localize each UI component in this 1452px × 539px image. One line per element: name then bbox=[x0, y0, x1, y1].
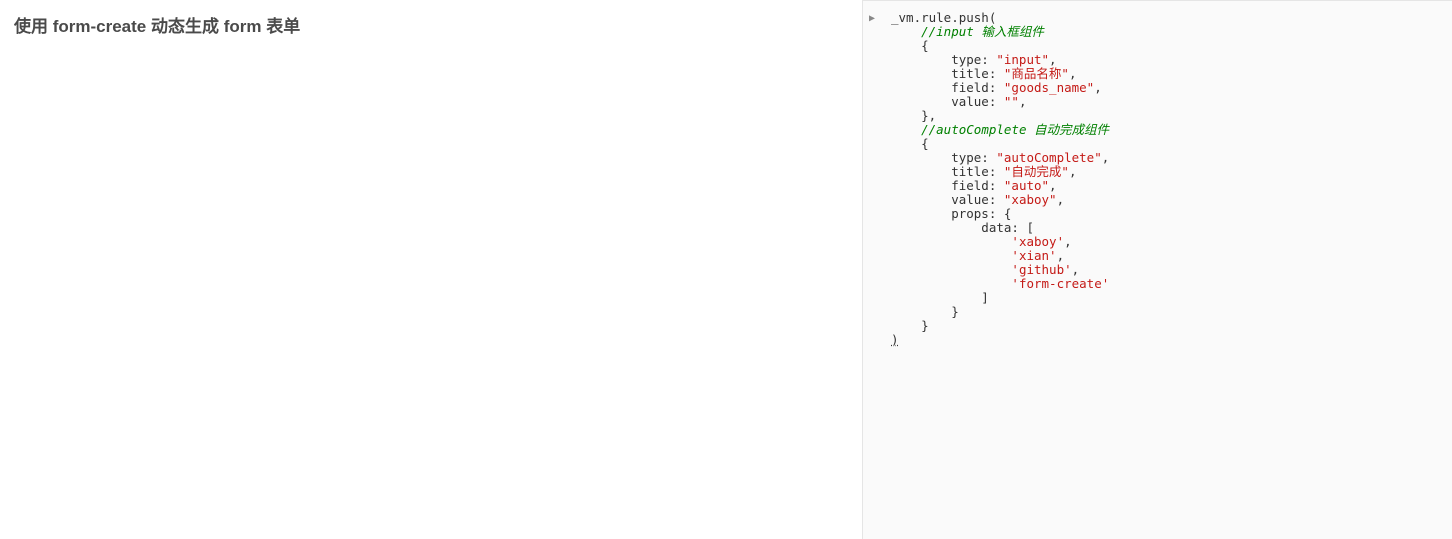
code-token: , bbox=[1057, 192, 1065, 207]
code-line: } bbox=[891, 319, 1438, 333]
code-token: } bbox=[891, 304, 959, 319]
code-token: field: bbox=[891, 80, 1004, 95]
code-line: type: "input", bbox=[891, 53, 1438, 67]
code-block[interactable]: _vm.rule.push( //input 输入框组件 { type: "in… bbox=[873, 11, 1438, 347]
code-token bbox=[891, 276, 1011, 291]
code-token: 'xaboy' bbox=[1011, 234, 1064, 249]
code-token: props: { bbox=[891, 206, 1011, 221]
code-line: field: "goods_name", bbox=[891, 81, 1438, 95]
code-token: , bbox=[1072, 262, 1080, 277]
code-token bbox=[891, 248, 1011, 263]
code-token: , bbox=[1057, 248, 1065, 263]
code-line: title: "商品名称", bbox=[891, 67, 1438, 81]
code-token: //input 输入框组件 bbox=[921, 24, 1044, 39]
code-token: "自动完成" bbox=[1004, 164, 1069, 179]
left-panel: 使用 form-create 动态生成 form 表单 bbox=[0, 0, 863, 539]
code-token bbox=[891, 122, 921, 137]
code-line: } bbox=[891, 305, 1438, 319]
code-token: "xaboy" bbox=[1004, 192, 1057, 207]
code-token: _vm.rule.push( bbox=[891, 10, 996, 25]
code-token: value: bbox=[891, 94, 1004, 109]
code-token: title: bbox=[891, 164, 1004, 179]
code-token: { bbox=[891, 38, 929, 53]
code-line: { bbox=[891, 39, 1438, 53]
code-token: , bbox=[1069, 164, 1077, 179]
code-token: //autoComplete 自动完成组件 bbox=[921, 122, 1109, 137]
code-line: value: "", bbox=[891, 95, 1438, 109]
page-title: 使用 form-create 动态生成 form 表单 bbox=[14, 12, 848, 37]
code-token: , bbox=[1019, 94, 1027, 109]
console-panel: ▶ _vm.rule.push( //input 输入框组件 { type: "… bbox=[863, 0, 1452, 539]
code-line: ] bbox=[891, 291, 1438, 305]
code-token: "goods_name" bbox=[1004, 80, 1094, 95]
code-line: title: "自动完成", bbox=[891, 165, 1438, 179]
code-token: , bbox=[1049, 52, 1057, 67]
code-line: ) bbox=[891, 333, 1438, 347]
code-token: 'github' bbox=[1011, 262, 1071, 277]
code-token: value: bbox=[891, 192, 1004, 207]
code-line: data: [ bbox=[891, 221, 1438, 235]
code-token: , bbox=[1094, 80, 1102, 95]
code-token: data: [ bbox=[891, 220, 1034, 235]
code-token: ) bbox=[891, 332, 899, 347]
code-token: "auto" bbox=[1004, 178, 1049, 193]
code-token: 'xian' bbox=[1011, 248, 1056, 263]
code-line: value: "xaboy", bbox=[891, 193, 1438, 207]
code-token: , bbox=[1069, 66, 1077, 81]
code-line: 'form-create' bbox=[891, 277, 1438, 291]
code-token: "input" bbox=[996, 52, 1049, 67]
code-token: }, bbox=[891, 108, 936, 123]
code-token bbox=[891, 262, 1011, 277]
code-line: _vm.rule.push( bbox=[891, 11, 1438, 25]
expand-arrow-icon[interactable]: ▶ bbox=[869, 12, 875, 26]
code-token: "商品名称" bbox=[1004, 66, 1069, 81]
code-token: ] bbox=[891, 290, 989, 305]
code-token: type: bbox=[891, 52, 996, 67]
code-token: { bbox=[891, 136, 929, 151]
code-line: 'xaboy', bbox=[891, 235, 1438, 249]
code-token: "" bbox=[1004, 94, 1019, 109]
code-line: props: { bbox=[891, 207, 1438, 221]
code-token: field: bbox=[891, 178, 1004, 193]
code-token: "autoComplete" bbox=[996, 150, 1101, 165]
code-token bbox=[891, 234, 1011, 249]
code-token: 'form-create' bbox=[1011, 276, 1109, 291]
code-line: }, bbox=[891, 109, 1438, 123]
code-line: { bbox=[891, 137, 1438, 151]
code-token: , bbox=[1102, 150, 1110, 165]
code-token: , bbox=[1064, 234, 1072, 249]
code-token: title: bbox=[891, 66, 1004, 81]
code-line: field: "auto", bbox=[891, 179, 1438, 193]
code-token: type: bbox=[891, 150, 996, 165]
code-line: 'xian', bbox=[891, 249, 1438, 263]
code-token: } bbox=[891, 318, 929, 333]
code-line: type: "autoComplete", bbox=[891, 151, 1438, 165]
code-line: 'github', bbox=[891, 263, 1438, 277]
code-token bbox=[891, 24, 921, 39]
code-line: //autoComplete 自动完成组件 bbox=[891, 123, 1438, 137]
code-token: , bbox=[1049, 178, 1057, 193]
code-line: //input 输入框组件 bbox=[891, 25, 1438, 39]
